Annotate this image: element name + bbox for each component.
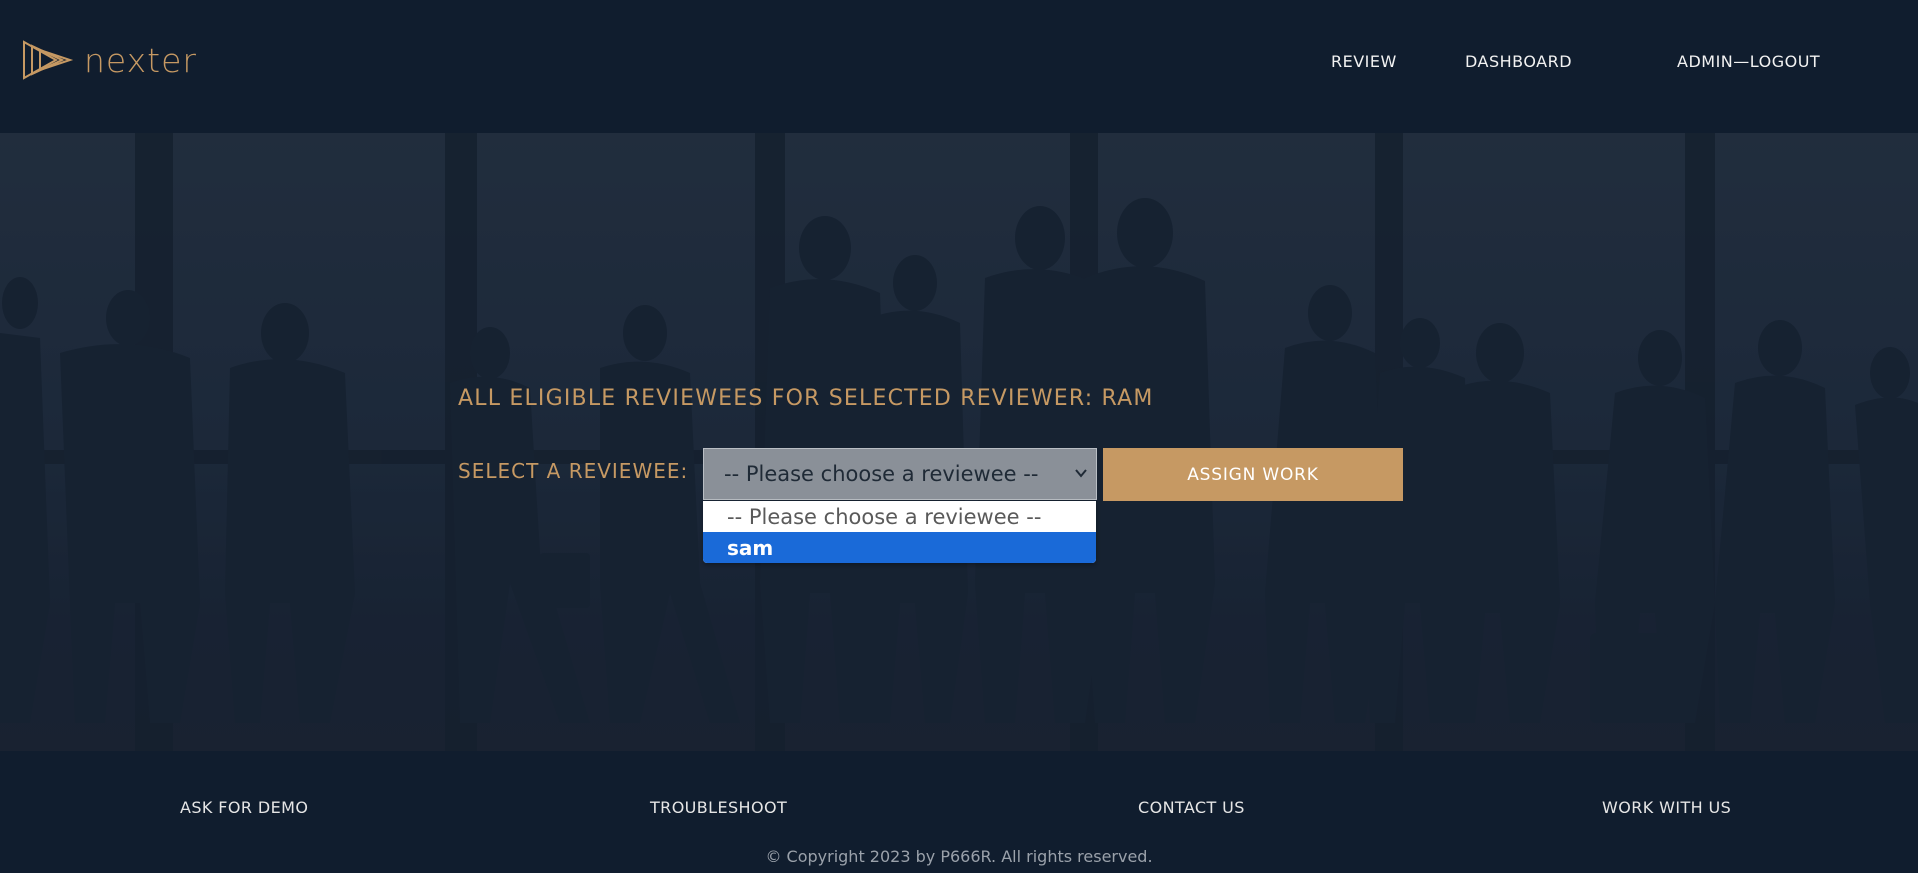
header: nexter REVIEW DASHBOARD ADMIN—LOGOUT <box>0 0 1918 133</box>
reviewee-select-value: -- Please choose a reviewee -- <box>724 462 1039 486</box>
hero-overlay <box>0 133 1918 751</box>
brand-name: nexter <box>84 40 197 80</box>
footer: ASK FOR DEMO TROUBLESHOOT CONTACT US WOR… <box>0 751 1918 873</box>
footer-link-contact-us[interactable]: CONTACT US <box>1138 798 1245 817</box>
assign-work-button[interactable]: ASSIGN WORK <box>1103 448 1403 501</box>
footer-link-troubleshoot[interactable]: TROUBLESHOOT <box>650 798 787 817</box>
page-title: ALL ELIGIBLE REVIEWEES FOR SELECTED REVI… <box>458 386 1154 411</box>
reviewee-dropdown-list: -- Please choose a reviewee -- sam <box>703 501 1096 563</box>
footer-link-ask-for-demo[interactable]: ASK FOR DEMO <box>180 798 308 817</box>
page: nexter REVIEW DASHBOARD ADMIN—LOGOUT ALL… <box>0 0 1918 873</box>
hero-section <box>0 133 1918 751</box>
footer-link-work-with-us[interactable]: WORK WITH US <box>1602 798 1731 817</box>
copyright-text: © Copyright 2023 by P666R. All rights re… <box>765 847 1153 866</box>
reviewee-select[interactable]: -- Please choose a reviewee -- <box>703 448 1097 500</box>
dropdown-option-placeholder[interactable]: -- Please choose a reviewee -- <box>703 501 1096 532</box>
reviewee-select-label: SELECT A REVIEWEE: <box>458 459 689 483</box>
nav-admin-logout[interactable]: ADMIN—LOGOUT <box>1677 52 1820 71</box>
dropdown-option-sam[interactable]: sam <box>703 532 1096 563</box>
logo[interactable]: nexter <box>22 38 197 82</box>
chevron-down-icon <box>1075 469 1087 478</box>
play-triangles-icon <box>23 40 74 80</box>
nav-dashboard[interactable]: DASHBOARD <box>1465 52 1572 71</box>
nav-review[interactable]: REVIEW <box>1331 52 1397 71</box>
